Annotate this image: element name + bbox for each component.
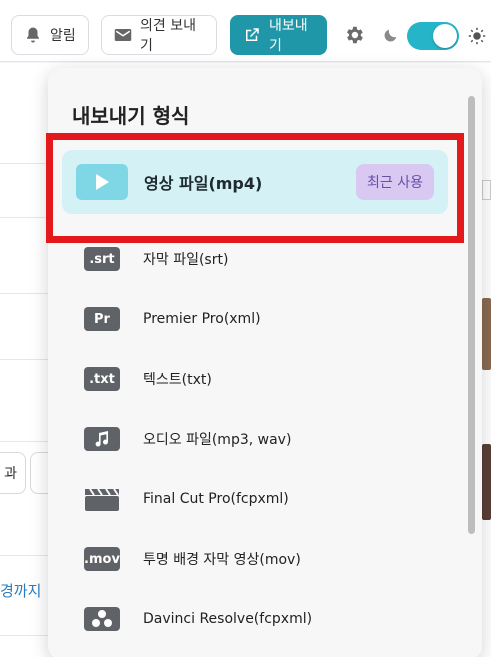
option-label: 자막 파일(srt) bbox=[143, 252, 229, 268]
background-chip[interactable]: 과 bbox=[0, 452, 26, 494]
moon-icon bbox=[383, 27, 399, 47]
option-davinci-resolve[interactable]: Davinci Resolve(fcpxml) bbox=[62, 589, 448, 649]
option-label: Final Cut Pro(fcpxml) bbox=[143, 491, 289, 507]
alarm-button[interactable]: 알림 bbox=[11, 15, 89, 55]
premier-pro-icon: Pr bbox=[84, 307, 120, 331]
option-txt[interactable]: .txt 텍스트(txt) bbox=[62, 349, 448, 409]
txt-icon: .txt bbox=[84, 367, 120, 391]
option-label: Premier Pro(xml) bbox=[143, 311, 261, 327]
srt-icon: .srt bbox=[84, 247, 120, 271]
option-audio[interactable]: 오디오 파일(mp3, wav) bbox=[62, 409, 448, 469]
bell-icon bbox=[24, 26, 42, 44]
davinci-icon bbox=[84, 607, 120, 631]
dropdown-scrollbar[interactable] bbox=[468, 96, 475, 534]
thumbnail-image bbox=[482, 298, 491, 370]
background-chip bbox=[482, 180, 491, 200]
alarm-label: 알림 bbox=[50, 28, 76, 44]
feedback-button[interactable]: 의견 보내기 bbox=[101, 15, 217, 55]
feedback-label: 의견 보내기 bbox=[140, 18, 196, 54]
chip-text: 과 bbox=[4, 466, 17, 482]
theme-toggle[interactable] bbox=[407, 22, 459, 50]
export-format-dropdown: 내보내기 형식 영상 파일(mp4) 최근 사용 .srt 자막 파일(srt)… bbox=[48, 68, 482, 657]
external-link-icon bbox=[243, 26, 261, 44]
option-label: 오디오 파일(mp3, wav) bbox=[143, 432, 292, 448]
option-final-cut-pro[interactable]: Final Cut Pro(fcpxml) bbox=[62, 469, 448, 529]
option-label: 텍스트(txt) bbox=[143, 372, 212, 388]
play-icon bbox=[76, 164, 128, 200]
export-label: 내보내기 bbox=[269, 18, 308, 54]
option-premier-pro[interactable]: Pr Premier Pro(xml) bbox=[62, 289, 448, 349]
export-button[interactable]: 내보내기 bbox=[230, 15, 327, 55]
sun-icon bbox=[468, 27, 486, 49]
toggle-knob bbox=[433, 24, 457, 48]
option-mov[interactable]: .mov 투명 배경 자막 영상(mov) bbox=[62, 529, 448, 589]
recently-used-badge: 최근 사용 bbox=[356, 164, 434, 200]
option-mp4[interactable]: 영상 파일(mp4) 최근 사용 bbox=[62, 150, 448, 214]
thumbnail-image bbox=[482, 444, 491, 520]
mov-icon: .mov bbox=[84, 547, 120, 571]
top-toolbar: 알림 의견 보내기 내보내기 bbox=[0, 0, 491, 62]
clapperboard-icon bbox=[84, 487, 120, 511]
mail-icon bbox=[114, 27, 132, 43]
gear-icon[interactable] bbox=[343, 24, 365, 50]
option-label: 투명 배경 자막 영상(mov) bbox=[143, 552, 301, 568]
dropdown-title: 내보내기 형식 bbox=[72, 104, 190, 128]
option-label: 영상 파일(mp4) bbox=[144, 174, 263, 193]
option-label: Davinci Resolve(fcpxml) bbox=[143, 611, 313, 627]
option-srt[interactable]: .srt 자막 파일(srt) bbox=[62, 229, 448, 289]
music-note-icon bbox=[84, 427, 120, 451]
